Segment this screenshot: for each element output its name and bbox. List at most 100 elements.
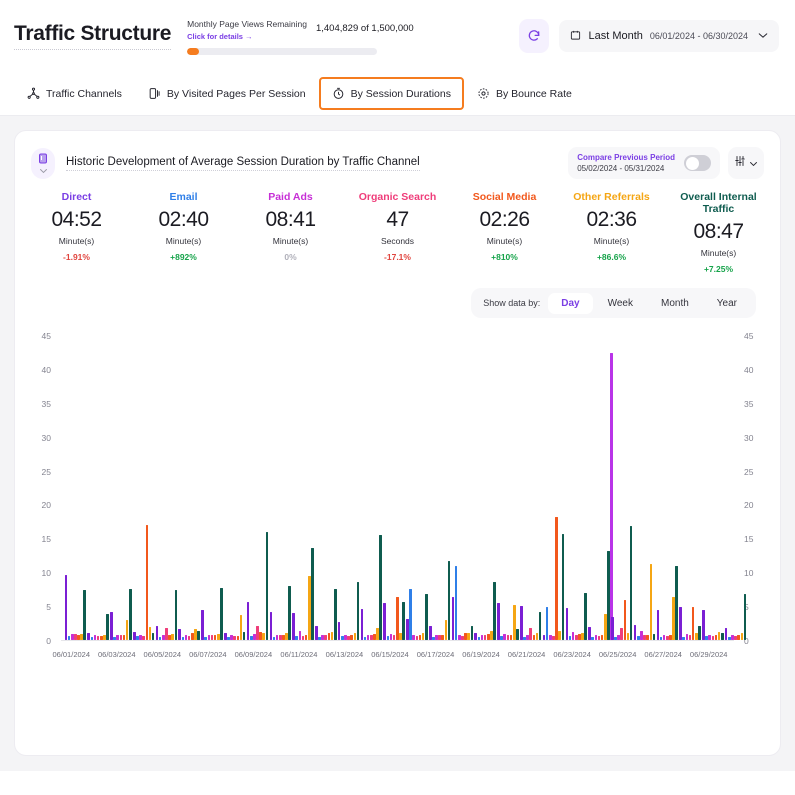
bar-group[interactable] <box>428 336 451 640</box>
y-tick-left-15: 15 <box>41 534 51 545</box>
y-tick-left-25: 25 <box>41 466 51 477</box>
bar-group[interactable] <box>269 336 292 640</box>
bar <box>737 635 741 640</box>
bar-group[interactable] <box>474 336 496 640</box>
bar <box>87 633 90 640</box>
bar <box>184 634 188 640</box>
chart-badge-icon <box>31 147 55 179</box>
bar <box>116 634 120 640</box>
bar <box>688 635 692 640</box>
chevron-down-icon[interactable] <box>758 31 768 41</box>
compare-range: 05/02/2024 - 05/31/2024 <box>577 164 665 173</box>
bar-group[interactable] <box>292 336 314 640</box>
y-tick-left-35: 35 <box>41 398 51 409</box>
bar <box>454 566 458 640</box>
bar <box>295 635 299 640</box>
bar-group[interactable] <box>178 336 200 640</box>
y-tick-right-35: 35 <box>744 398 754 409</box>
refresh-icon[interactable] <box>519 19 550 53</box>
bar <box>386 635 390 640</box>
kpi-value: 08:41 <box>265 208 316 231</box>
bar <box>480 634 484 640</box>
bar <box>568 635 572 640</box>
bar <box>265 532 269 640</box>
kpi-unit: Minute(s) <box>593 236 630 246</box>
kpi-name: Social Media <box>472 191 537 203</box>
y-tick-left-5: 5 <box>46 602 51 613</box>
bar-group[interactable] <box>337 336 360 640</box>
bar <box>210 635 214 640</box>
kpi-direct: Direct 04:52 Minute(s) -1.91% <box>23 191 130 274</box>
bar <box>262 633 266 640</box>
granularity-option-year[interactable]: Year <box>704 293 750 314</box>
bar <box>652 633 656 640</box>
bar-group[interactable] <box>497 336 519 640</box>
tab-by-visited-pages-per-session[interactable]: By Visited Pages Per Session <box>135 77 319 110</box>
granularity-option-day[interactable]: Day <box>548 292 593 314</box>
bar-chart-plot[interactable] <box>61 336 747 641</box>
bar-group[interactable] <box>360 336 383 640</box>
compare-previous-period[interactable]: Compare Previous Period 05/02/2024 - 05/… <box>568 147 720 179</box>
bar-group[interactable] <box>656 336 679 640</box>
bar-group[interactable] <box>679 336 701 640</box>
bar <box>412 634 416 640</box>
tab-label: By Session Durations <box>350 87 451 100</box>
bar-group[interactable] <box>565 336 588 640</box>
granularity-option-week[interactable]: Week <box>595 293 646 314</box>
bar <box>509 634 513 640</box>
bar <box>106 613 109 640</box>
bar-group[interactable] <box>87 336 109 640</box>
bar-group[interactable] <box>519 336 542 640</box>
bar <box>330 631 334 640</box>
bar <box>389 633 393 640</box>
bar-group[interactable] <box>246 336 269 640</box>
bar <box>720 632 724 640</box>
bar-group[interactable] <box>611 336 633 640</box>
compare-label: Compare Previous Period <box>577 153 675 162</box>
kpi-social-media: Social Media 02:26 Minute(s) +810% <box>451 191 558 274</box>
bar <box>119 635 123 640</box>
bar-group[interactable] <box>224 336 246 640</box>
tab-traffic-channels[interactable]: Traffic Channels <box>14 77 135 110</box>
compare-toggle[interactable] <box>684 155 711 171</box>
granularity-option-month[interactable]: Month <box>648 293 702 314</box>
bar <box>246 602 250 640</box>
bar-group[interactable] <box>406 336 428 640</box>
kpi-other-referrals: Other Referrals 02:36 Minute(s) +86.6% <box>558 191 665 274</box>
kpi-paid-ads: Paid Ads 08:41 Minute(s) 0% <box>237 191 344 274</box>
bar <box>415 635 419 640</box>
tab-label: By Bounce Rate <box>495 87 572 100</box>
bar-group[interactable] <box>451 336 474 640</box>
bar-group[interactable] <box>383 336 405 640</box>
bar <box>493 581 496 640</box>
bar <box>594 634 598 640</box>
bar-group[interactable] <box>110 336 132 640</box>
quota-details-link[interactable]: Click for details → <box>187 32 307 41</box>
bar <box>272 636 276 640</box>
tab-by-session-durations[interactable]: By Session Durations <box>318 77 464 110</box>
x-tick-label: 06/19/2024 <box>462 650 500 659</box>
bar <box>470 625 474 640</box>
bar <box>142 635 145 640</box>
stopwatch-icon <box>332 87 345 100</box>
bar-group[interactable] <box>542 336 565 640</box>
quota-widget[interactable]: Monthly Page Views Remaining Click for d… <box>187 17 414 55</box>
bar-group[interactable] <box>201 336 223 640</box>
chart-settings-button[interactable] <box>728 147 764 179</box>
date-range-picker[interactable]: Last Month 06/01/2024 - 06/30/2024 <box>559 20 779 52</box>
bar-group[interactable] <box>64 336 87 640</box>
y-tick-right-25: 25 <box>744 466 754 477</box>
kpi-delta: -17.1% <box>384 252 411 262</box>
bar-group[interactable] <box>702 336 724 640</box>
kpi-delta: +7.25% <box>703 264 734 274</box>
tab-by-bounce-rate[interactable]: By Bounce Rate <box>464 77 585 110</box>
bar-group[interactable] <box>633 336 656 640</box>
x-tick-label: 06/25/2024 <box>598 650 637 659</box>
bar <box>477 636 481 640</box>
bar-group[interactable] <box>155 336 178 640</box>
bar-group[interactable] <box>724 336 747 640</box>
bar-group[interactable] <box>588 336 613 640</box>
kpi-name: Direct <box>61 191 92 203</box>
bar-group[interactable] <box>132 336 155 640</box>
bar-group[interactable] <box>315 336 337 640</box>
